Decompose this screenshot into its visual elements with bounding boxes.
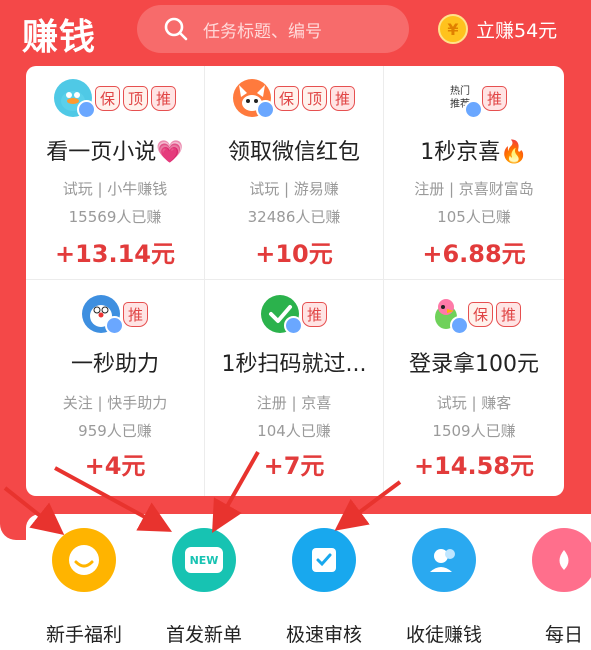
tag-tui: 推 xyxy=(151,85,176,111)
task-meta: 关注 | 快手助力 xyxy=(62,394,168,412)
task-count: 105人已赚 xyxy=(437,208,511,226)
task-reward: +7元 xyxy=(263,452,325,480)
nav-label: 每日 xyxy=(544,624,583,646)
task-title: 1秒京喜🔥 xyxy=(420,140,528,165)
nav-daily[interactable]: 每日 xyxy=(504,528,591,647)
nav-label: 新手福利 xyxy=(45,624,122,646)
checkbox-icon xyxy=(292,528,356,592)
task-reward: +6.88元 xyxy=(422,240,526,268)
verified-icon xyxy=(284,316,303,335)
task-title: 登录拿100元 xyxy=(409,352,539,377)
task-count: 15569人已赚 xyxy=(68,208,162,226)
nav-fast-review[interactable]: 极速审核 xyxy=(264,528,384,647)
nav-first-release[interactable]: NEW 首发新单 xyxy=(144,528,264,647)
verified-icon xyxy=(77,100,96,119)
nav-newbie-welfare[interactable]: 新手福利 xyxy=(24,528,144,647)
task-card[interactable]: 推 一秒助力 关注 | 快手助力 959人已赚 +4元 xyxy=(26,280,205,496)
tag-ding: 顶 xyxy=(302,85,327,111)
earn-balance-button[interactable]: ¥ 立赚54元 xyxy=(438,14,557,44)
smile-face-icon xyxy=(52,528,116,592)
doraemon-avatar-icon xyxy=(82,295,124,335)
tag-bao: 保 xyxy=(274,85,299,111)
verified-icon xyxy=(464,100,483,119)
nav-label: 收徒赚钱 xyxy=(405,624,482,646)
task-count: 959人已赚 xyxy=(78,422,152,440)
tag-tui: 推 xyxy=(482,85,507,111)
task-title: 领取微信红包 xyxy=(227,140,360,165)
task-meta: 试玩 | 赚客 xyxy=(436,394,512,412)
tag-tui: 推 xyxy=(330,85,355,111)
task-grid-card: 保 顶 推 看一页小说💗 试玩 | 小牛赚钱 15569人已赚 +13.14元 … xyxy=(26,66,564,496)
tag-bao: 保 xyxy=(95,85,120,111)
search-placeholder: 任务标题、编号 xyxy=(203,21,322,42)
hot-label: 热门 xyxy=(450,86,470,97)
task-meta: 注册 | 京喜 xyxy=(256,394,332,412)
daily-icon xyxy=(532,528,591,592)
nav-label: 首发新单 xyxy=(165,624,242,646)
app-logo: 赚钱 xyxy=(22,17,97,58)
coin-icon: ¥ xyxy=(438,14,468,44)
quick-nav-bar: 新手福利 NEW 首发新单 极速审核 收徒赚钱 每日 xyxy=(26,514,591,650)
tag-ding: 顶 xyxy=(123,85,148,111)
new-badge-text: NEW xyxy=(185,547,223,573)
duck-avatar-icon xyxy=(54,79,96,119)
parrot-avatar-icon xyxy=(427,295,469,335)
verified-icon xyxy=(256,100,275,119)
task-meta: 注册 | 京喜财富岛 xyxy=(414,180,534,198)
task-title: 看一页小说💗 xyxy=(46,140,184,165)
users-icon xyxy=(412,528,476,592)
task-reward: +13.14元 xyxy=(54,240,176,268)
task-card[interactable]: 保 顶 推 看一页小说💗 试玩 | 小牛赚钱 15569人已赚 +13.14元 xyxy=(26,66,205,280)
verified-icon xyxy=(105,316,124,335)
nav-recruit-earn[interactable]: 收徒赚钱 xyxy=(384,528,504,647)
task-title: 一秒助力 xyxy=(70,352,159,377)
new-badge-icon: NEW xyxy=(172,528,236,592)
earn-text: 立赚54元 xyxy=(476,19,558,42)
task-title: 1秒扫码就过... xyxy=(221,352,367,377)
task-reward: +10元 xyxy=(255,240,333,268)
task-card[interactable]: 推 1秒扫码就过... 注册 | 京喜 104人已赚 +7元 xyxy=(205,280,384,496)
search-icon xyxy=(164,17,188,41)
task-card[interactable]: 热门 推荐 推 1秒京喜🔥 注册 | 京喜财富岛 105人已赚 +6.88元 xyxy=(384,66,564,280)
tag-bao: 保 xyxy=(468,301,493,327)
task-reward: +4元 xyxy=(84,452,146,480)
hot-recommend-icon: 热门 推荐 xyxy=(441,79,483,119)
task-card[interactable]: 保 顶 推 领取微信红包 试玩 | 游易赚 32486人已赚 +10元 xyxy=(205,66,384,280)
task-meta: 试玩 | 小牛赚钱 xyxy=(62,180,168,198)
task-reward: +14.58元 xyxy=(413,452,535,480)
tag-tui: 推 xyxy=(302,301,327,327)
fox-avatar-icon xyxy=(233,79,275,119)
search-input[interactable]: 任务标题、编号 xyxy=(137,5,409,53)
task-count: 104人已赚 xyxy=(257,422,331,440)
tag-tui: 推 xyxy=(123,301,148,327)
task-count: 1509人已赚 xyxy=(432,422,516,440)
checkmark-avatar-icon xyxy=(261,295,303,335)
verified-icon xyxy=(450,316,469,335)
task-count: 32486人已赚 xyxy=(247,208,341,226)
task-card[interactable]: 保 推 登录拿100元 试玩 | 赚客 1509人已赚 +14.58元 xyxy=(384,280,564,496)
nav-label: 极速审核 xyxy=(285,624,362,646)
tag-tui: 推 xyxy=(496,301,521,327)
task-meta: 试玩 | 游易赚 xyxy=(249,180,339,198)
